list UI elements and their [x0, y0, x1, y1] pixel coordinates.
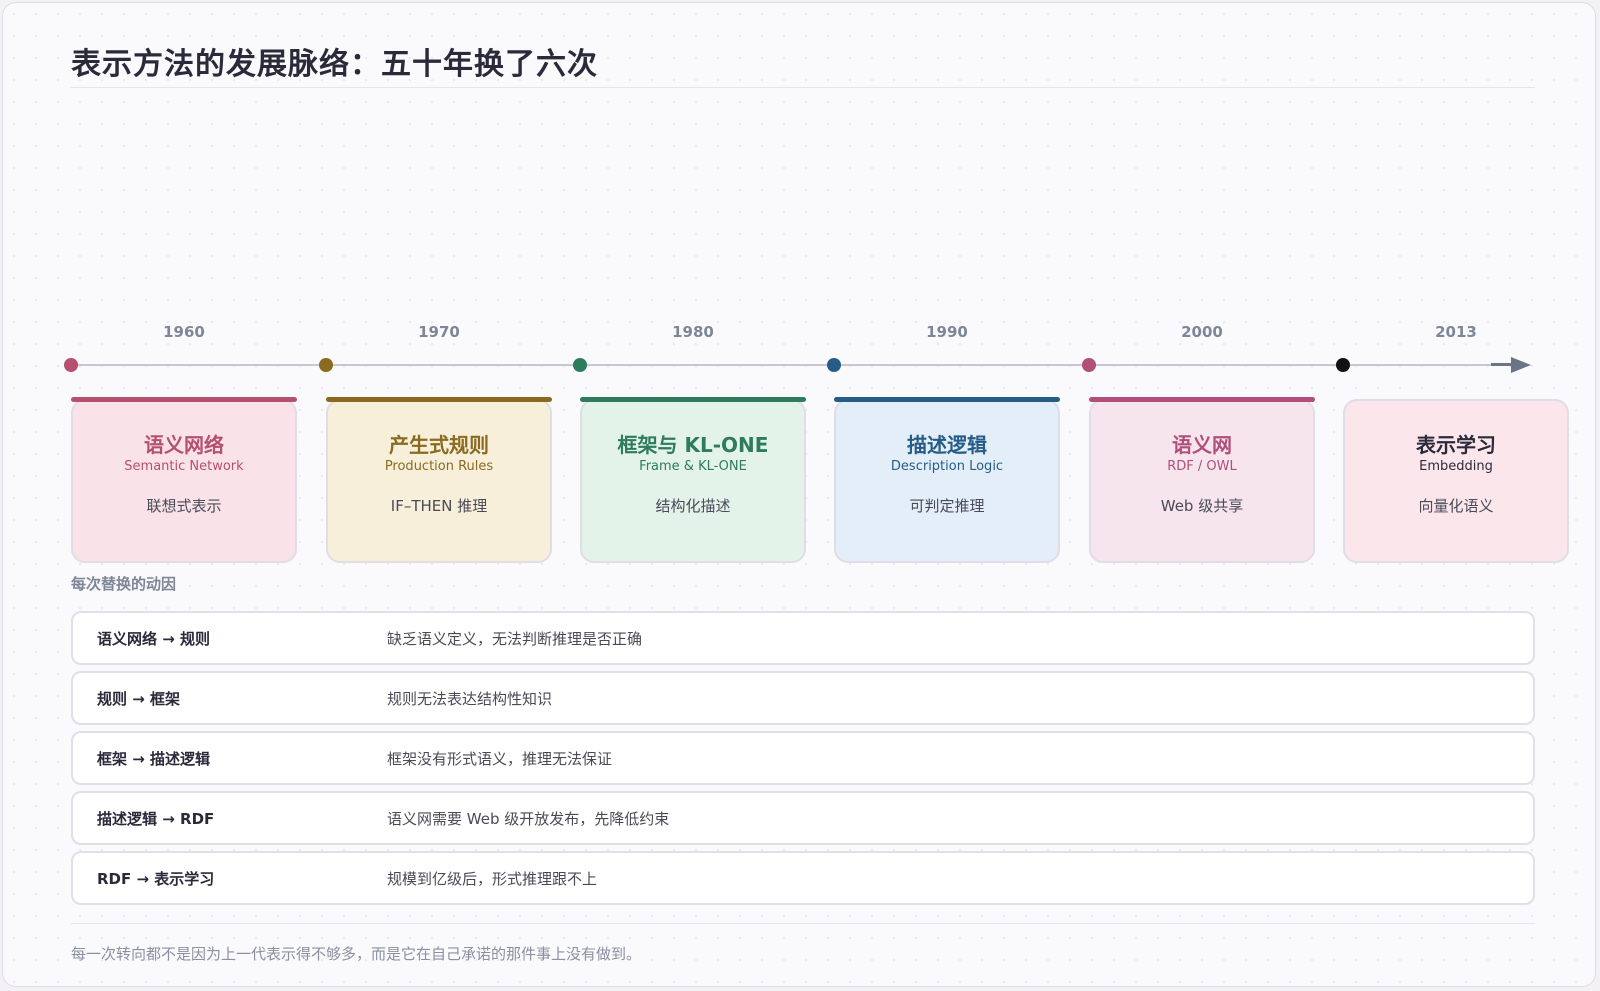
- era-subtitle: Semantic Network: [124, 459, 244, 474]
- era-accent-bar: [326, 397, 552, 402]
- reason-row: 描述逻辑 → RDF 语义网需要 Web 级开放发布，先降低约束: [71, 791, 1535, 845]
- era-accent-bar: [71, 397, 297, 402]
- reason-row: RDF → 表示学习 规模到亿级后，形式推理跟不上: [71, 851, 1535, 905]
- year-label: 1970: [418, 323, 460, 341]
- timeline-axis: [71, 364, 1501, 366]
- era-name: 语义网络: [144, 433, 224, 457]
- era-card-semantic-web: 语义网 RDF / OWL Web 级共享: [1089, 399, 1315, 563]
- era-card-description-logic: 描述逻辑 Description Logic 可判定推理: [834, 399, 1060, 563]
- timeline-dot: [1336, 358, 1350, 372]
- timeline-dot: [573, 358, 587, 372]
- era-name: 表示学习: [1416, 433, 1496, 457]
- era-accent-bar: [580, 397, 806, 402]
- diagram-card: 表示方法的发展脉络：五十年换了六次 1960 语义网络 Semantic Net…: [2, 2, 1596, 987]
- timeline-dot: [319, 358, 333, 372]
- era-card-semantic-network: 语义网络 Semantic Network 联想式表示: [71, 399, 297, 563]
- timeline-dot: [1082, 358, 1096, 372]
- era-description: 可判定推理: [909, 497, 985, 515]
- era-description: 向量化语义: [1418, 497, 1494, 515]
- era-name: 框架与 KL-ONE: [617, 433, 769, 457]
- reason-row: 语义网络 → 规则 缺乏语义定义，无法判断推理是否正确: [71, 611, 1535, 665]
- timeline-dot: [64, 358, 78, 372]
- timeline-arrow-icon: [1511, 357, 1531, 373]
- era-description: Web 级共享: [1160, 497, 1244, 515]
- reason-transition: 描述逻辑 → RDF: [97, 810, 215, 828]
- year-label: 2013: [1435, 323, 1477, 341]
- reason-transition: 框架 → 描述逻辑: [97, 750, 211, 768]
- reason-transition: 语义网络 → 规则: [97, 630, 211, 648]
- era-card-production-rules: 产生式规则 Production Rules IF–THEN 推理: [326, 399, 552, 563]
- era-subtitle: Production Rules: [384, 459, 494, 474]
- footer-note: 每一次转向都不是因为上一代表示得不够多，而是它在自己承诺的那件事上没有做到。: [71, 945, 642, 963]
- footer-divider: [71, 923, 1535, 924]
- era-description: 联想式表示: [146, 497, 222, 515]
- era-description: IF–THEN 推理: [390, 497, 488, 515]
- reason-row: 规则 → 框架 规则无法表达结构性知识: [71, 671, 1535, 725]
- reason-explanation: 缺乏语义定义，无法判断推理是否正确: [387, 630, 643, 648]
- reason-explanation: 语义网需要 Web 级开放发布，先降低约束: [387, 810, 670, 828]
- era-subtitle: Description Logic: [890, 459, 1004, 474]
- reason-transition: RDF → 表示学习: [97, 870, 215, 888]
- page-title: 表示方法的发展脉络：五十年换了六次: [71, 47, 598, 82]
- era-accent-bar: [1089, 397, 1315, 402]
- era-subtitle: Frame & KL-ONE: [639, 459, 747, 474]
- era-subtitle: RDF / OWL: [1167, 459, 1237, 474]
- era-subtitle: Embedding: [1419, 459, 1493, 474]
- era-name: 描述逻辑: [907, 433, 987, 457]
- era-name: 产生式规则: [389, 433, 489, 457]
- era-card-representation-learning: 表示学习 Embedding 向量化语义: [1343, 399, 1569, 563]
- reason-explanation: 框架没有形式语义，推理无法保证: [387, 750, 613, 768]
- era-accent-bar: [834, 397, 1060, 402]
- era-name: 语义网: [1172, 433, 1232, 457]
- era-description: 结构化描述: [655, 497, 731, 515]
- reason-transition: 规则 → 框架: [97, 690, 181, 708]
- timeline-arrow-shaft: [1491, 363, 1513, 366]
- reason-row: 框架 → 描述逻辑 框架没有形式语义，推理无法保证: [71, 731, 1535, 785]
- title-divider: [71, 87, 1535, 88]
- reason-explanation: 规模到亿级后，形式推理跟不上: [387, 870, 598, 888]
- reason-explanation: 规则无法表达结构性知识: [387, 690, 553, 708]
- year-label: 1980: [672, 323, 714, 341]
- reasons-section-label: 每次替换的动因: [71, 575, 177, 593]
- year-label: 1960: [163, 323, 205, 341]
- year-label: 1990: [926, 323, 968, 341]
- era-card-frame-kl-one: 框架与 KL-ONE Frame & KL-ONE 结构化描述: [580, 399, 806, 563]
- year-label: 2000: [1181, 323, 1223, 341]
- timeline-dot: [827, 358, 841, 372]
